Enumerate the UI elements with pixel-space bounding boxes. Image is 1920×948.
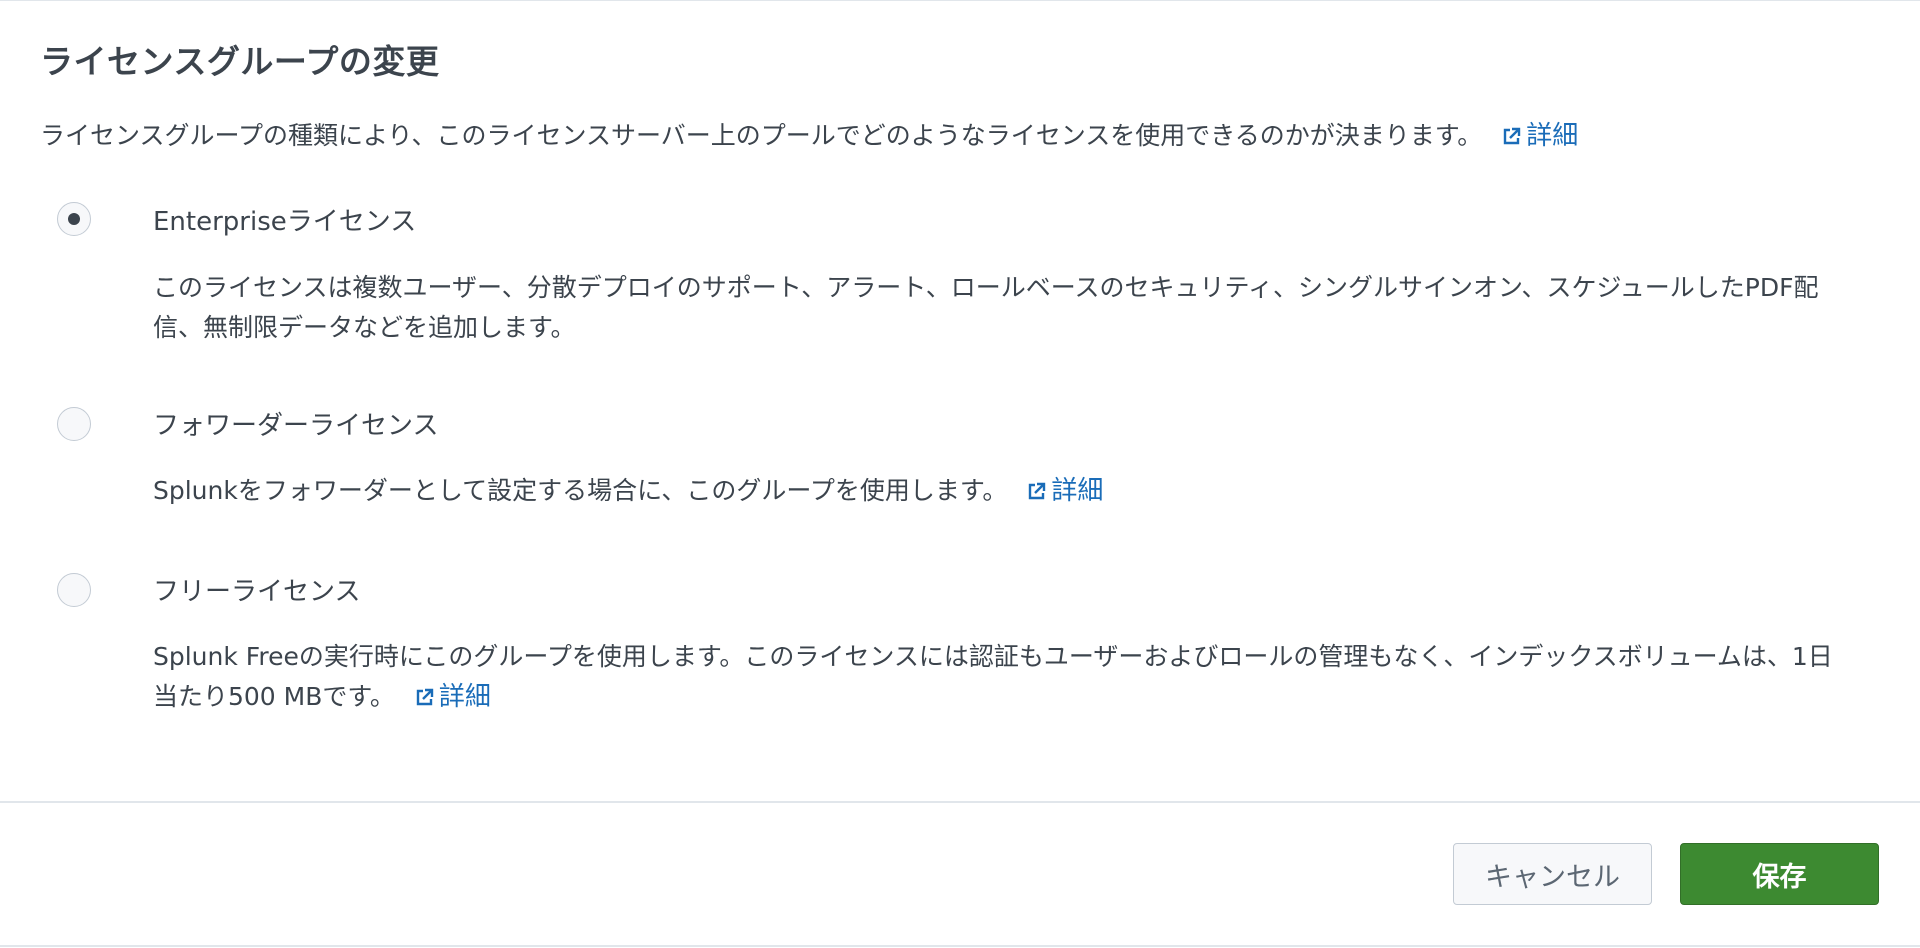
license-group-dialog: ライセンスグループの変更 ライセンスグループの種類により、このライセンスサーバー… (0, 0, 1920, 948)
dialog-bottom-edge (0, 945, 1920, 947)
option-forwarder-description: Splunkをフォワーダーとして設定する場合に、このグループを使用します。 詳細 (153, 471, 1853, 511)
external-link-icon (416, 688, 434, 706)
save-button[interactable]: 保存 (1680, 843, 1879, 905)
intro-text: ライセンスグループの種類により、このライセンスサーバー上のプールでどのようなライ… (40, 121, 1483, 150)
option-forwarder-label[interactable]: フォワーダーライセンス (153, 405, 438, 442)
option-free-label[interactable]: フリーライセンス (153, 571, 360, 608)
option-forwarder-description-text: Splunkをフォワーダーとして設定する場合に、このグループを使用します。 (153, 476, 1008, 505)
option-enterprise-label[interactable]: Enterpriseライセンス (153, 201, 416, 238)
footer-divider (0, 801, 1920, 803)
external-link-icon (1504, 127, 1521, 145)
option-enterprise-description: このライセンスは複数ユーザー、分散デプロイのサポート、アラート、ロールベースのセ… (153, 268, 1853, 348)
option-free-description: Splunk Freeの実行時にこのグループを使用します。このライセンスには認証… (153, 637, 1853, 717)
radio-enterprise[interactable] (57, 202, 91, 236)
intro-learn-more-link[interactable]: 詳細 (1502, 121, 1578, 151)
free-learn-more-label: 詳細 (438, 682, 491, 712)
free-learn-more-link[interactable]: 詳細 (415, 682, 491, 712)
radio-forwarder[interactable] (57, 407, 91, 441)
option-enterprise-description-text: このライセンスは複数ユーザー、分散デプロイのサポート、アラート、ロールベースのセ… (153, 273, 1819, 342)
intro-learn-more-label: 詳細 (1526, 121, 1579, 151)
forwarder-learn-more-link[interactable]: 詳細 (1027, 476, 1103, 506)
external-link-icon (1029, 482, 1046, 500)
option-free-description-text: Splunk Freeの実行時にこのグループを使用します。このライセンスには認証… (153, 642, 1833, 711)
dialog-title: ライセンスグループの変更 (40, 42, 440, 81)
intro-text-row: ライセンスグループの種類により、このライセンスサーバー上のプールでどのようなライ… (40, 115, 1578, 152)
radio-free[interactable] (57, 573, 91, 607)
cancel-button[interactable]: キャンセル (1453, 843, 1652, 905)
forwarder-learn-more-label: 詳細 (1051, 476, 1104, 506)
